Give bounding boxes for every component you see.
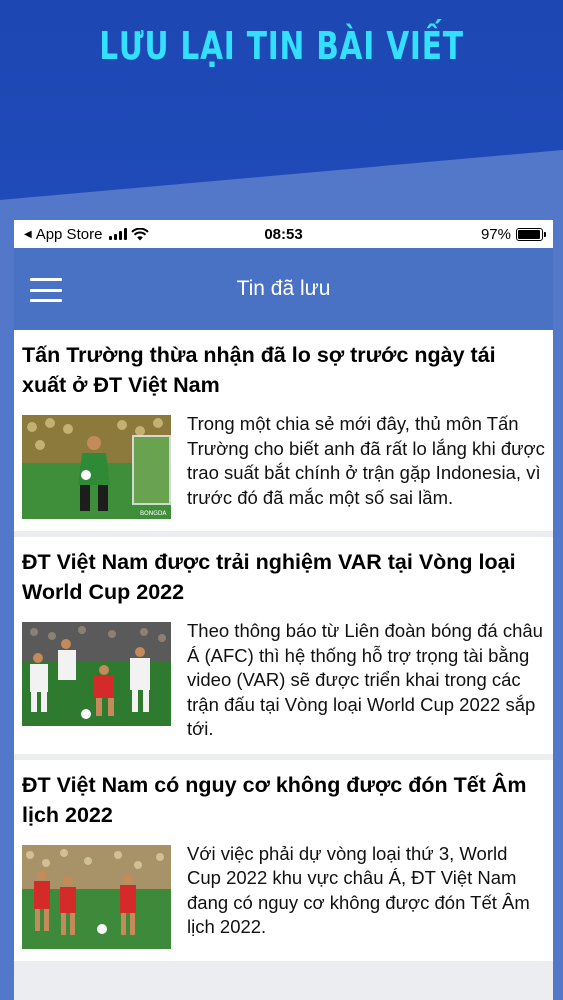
- match-action-photo: [22, 622, 171, 726]
- status-right: 97%: [480, 225, 546, 243]
- article-title[interactable]: ĐT Việt Nam có nguy cơ không được đón Tế…: [22, 770, 545, 830]
- back-arrow-icon: ◀: [24, 228, 32, 240]
- article-title[interactable]: ĐT Việt Nam được trải nghiệm VAR tại Vòn…: [22, 547, 545, 607]
- article-item[interactable]: ĐT Việt Nam được trải nghiệm VAR tại Vòn…: [14, 537, 553, 754]
- article-title[interactable]: Tấn Trường thừa nhận đã lo sợ trước ngày…: [22, 340, 545, 400]
- battery-percent: 97%: [480, 225, 511, 243]
- battery-icon: [516, 227, 546, 241]
- page-title: Tin đã lưu: [236, 277, 331, 300]
- team-players-photo: [22, 844, 171, 949]
- saved-articles-list: Tấn Trường thừa nhận đã lo sợ trước ngày…: [14, 330, 553, 1000]
- status-carrier: App Store: [35, 225, 103, 243]
- article-item[interactable]: ĐT Việt Nam có nguy cơ không được đón Tế…: [14, 759, 553, 961]
- svg-text:BONGDA: BONGDA: [140, 510, 167, 517]
- hamburger-menu-icon[interactable]: [30, 278, 62, 302]
- status-bar: ◀ App Store 08:53 97%: [14, 220, 553, 248]
- goalkeeper-photo: BONGDA: [22, 415, 171, 519]
- article-thumbnail[interactable]: [22, 844, 171, 949]
- article-thumbnail[interactable]: BONGDA: [22, 415, 171, 519]
- article-summary: Theo thông báo từ Liên đoàn bóng đá châu…: [187, 620, 543, 739]
- nav-bar: Tin đã lưu: [14, 248, 553, 330]
- article-thumbnail[interactable]: [22, 622, 171, 726]
- status-left[interactable]: ◀ App Store: [24, 225, 150, 243]
- signal-icon: [109, 228, 128, 240]
- article-item[interactable]: Tấn Trường thừa nhận đã lo sợ trước ngày…: [14, 330, 553, 531]
- article-summary: Với việc phải dự vòng loại thứ 3, World …: [187, 842, 530, 938]
- phone-screen: ◀ App Store 08:53 97% Tin đã lưu Tấn Trư…: [14, 220, 553, 1000]
- promo-title: LƯU LẠI TIN BÀI VIẾT: [99, 24, 464, 68]
- wifi-icon: [131, 227, 150, 240]
- article-summary: Trong một chia sẻ mới đây, thủ môn Tấn T…: [187, 413, 545, 508]
